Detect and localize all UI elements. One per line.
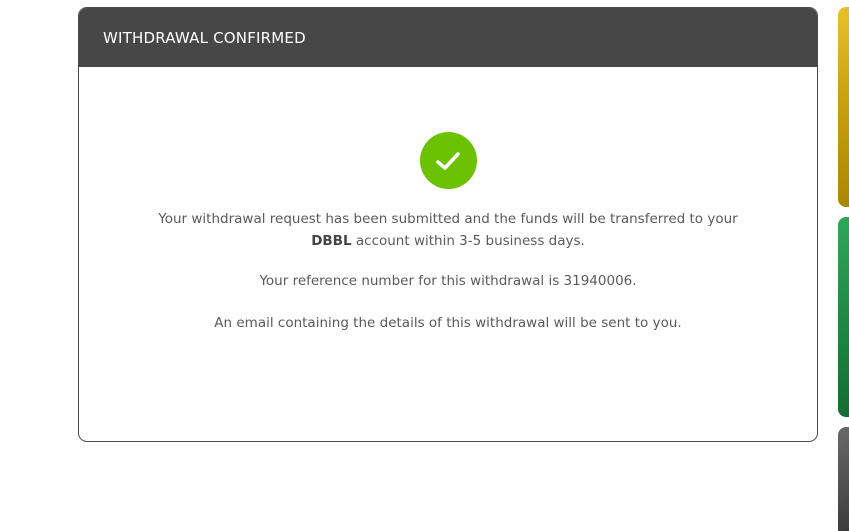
page: WITHDRAWAL CONFIRMED Your withdrawal req… (0, 0, 849, 531)
modal-header: WITHDRAWAL CONFIRMED (79, 8, 817, 67)
checkmark-icon (436, 151, 460, 170)
withdrawal-confirmation-modal: WITHDRAWAL CONFIRMED Your withdrawal req… (78, 7, 818, 442)
modal-title: WITHDRAWAL CONFIRMED (103, 28, 306, 47)
side-banner-yellow[interactable] (838, 7, 849, 207)
email-notice-text: An email containing the details of this … (214, 315, 682, 331)
bank-name: DBBL (311, 233, 352, 249)
modal-body: Your withdrawal request has been submitt… (79, 132, 817, 334)
submission-message: Your withdrawal request has been submitt… (79, 208, 817, 252)
reference-number-text: Your reference number for this withdrawa… (259, 273, 637, 289)
side-banner-gray[interactable] (838, 427, 849, 531)
submission-message-part1: Your withdrawal request has been submitt… (158, 211, 738, 227)
side-banner-green[interactable] (838, 217, 849, 417)
check-circle-icon (419, 132, 477, 189)
submission-message-part2: account within 3-5 business days. (351, 233, 585, 249)
